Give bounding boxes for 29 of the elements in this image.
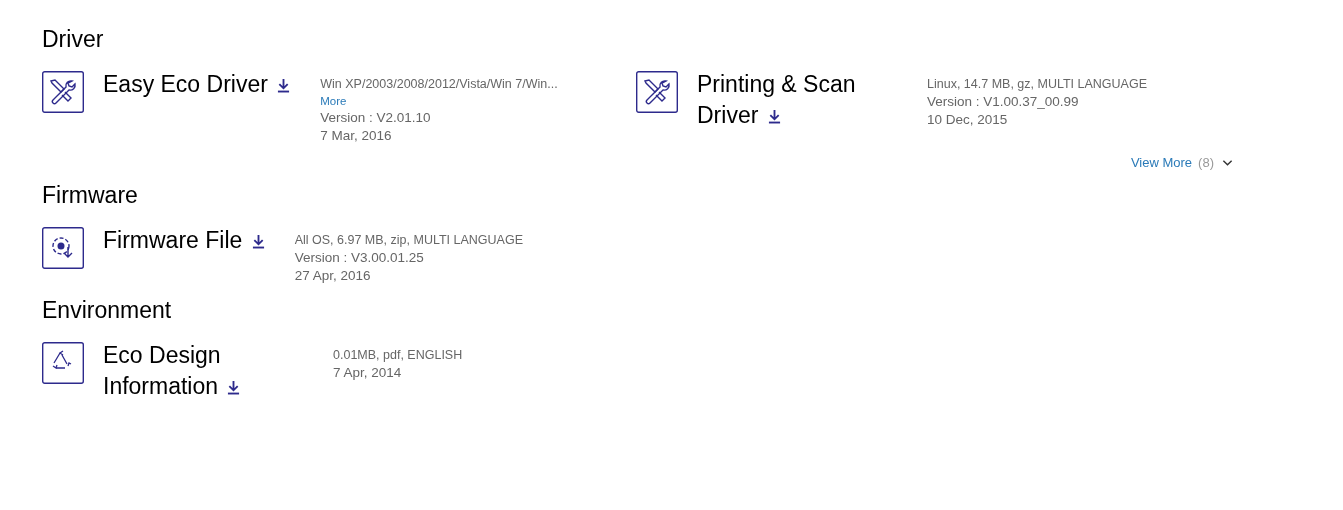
version-text: Version : V1.00.37_00.99 xyxy=(927,93,1080,111)
file-description: Linux, 14.7 MB, gz, MULTI LANGUAGE xyxy=(927,76,1147,93)
section-heading: Firmware xyxy=(42,182,139,209)
file-description: Win XP/2003/2008/2012/Vista/Win 7/Win... xyxy=(320,76,558,93)
view-more-link[interactable]: View More (8) xyxy=(1130,155,1214,170)
section-heading: Driver xyxy=(42,26,105,53)
download-icon[interactable] xyxy=(277,78,291,93)
file-description: All OS, 6.97 MB, zip, MULTI LANGUAGE xyxy=(294,232,523,249)
download-link[interactable]: Firmware File xyxy=(103,225,265,256)
date-text: 7 Apr, 2014 xyxy=(333,364,403,382)
download-icon[interactable] xyxy=(767,109,781,124)
download-icon[interactable] xyxy=(227,380,241,395)
section-heading: Environment xyxy=(42,297,173,324)
more-link[interactable]: More xyxy=(320,93,347,109)
tools-icon xyxy=(636,71,678,113)
date-text: 10 Dec, 2015 xyxy=(927,111,1009,129)
download-link[interactable]: Easy Eco Driver xyxy=(103,69,291,100)
file-description: 0.01MB, pdf, ENGLISH xyxy=(333,347,463,364)
download-link[interactable]: Printing & Scan Driver xyxy=(697,69,897,131)
date-text: 27 Apr, 2016 xyxy=(294,267,372,285)
version-text: Version : V3.00.01.25 xyxy=(294,249,425,267)
gear-icon xyxy=(42,227,84,269)
chevron-down-icon[interactable] xyxy=(1222,158,1233,167)
download-link[interactable]: Eco Design Information xyxy=(103,340,303,402)
download-icon[interactable] xyxy=(251,234,265,249)
version-text: Version : V2.01.10 xyxy=(320,109,432,127)
date-text: 7 Mar, 2016 xyxy=(320,127,393,145)
recycle-icon xyxy=(42,342,84,384)
tools-icon xyxy=(42,71,84,113)
